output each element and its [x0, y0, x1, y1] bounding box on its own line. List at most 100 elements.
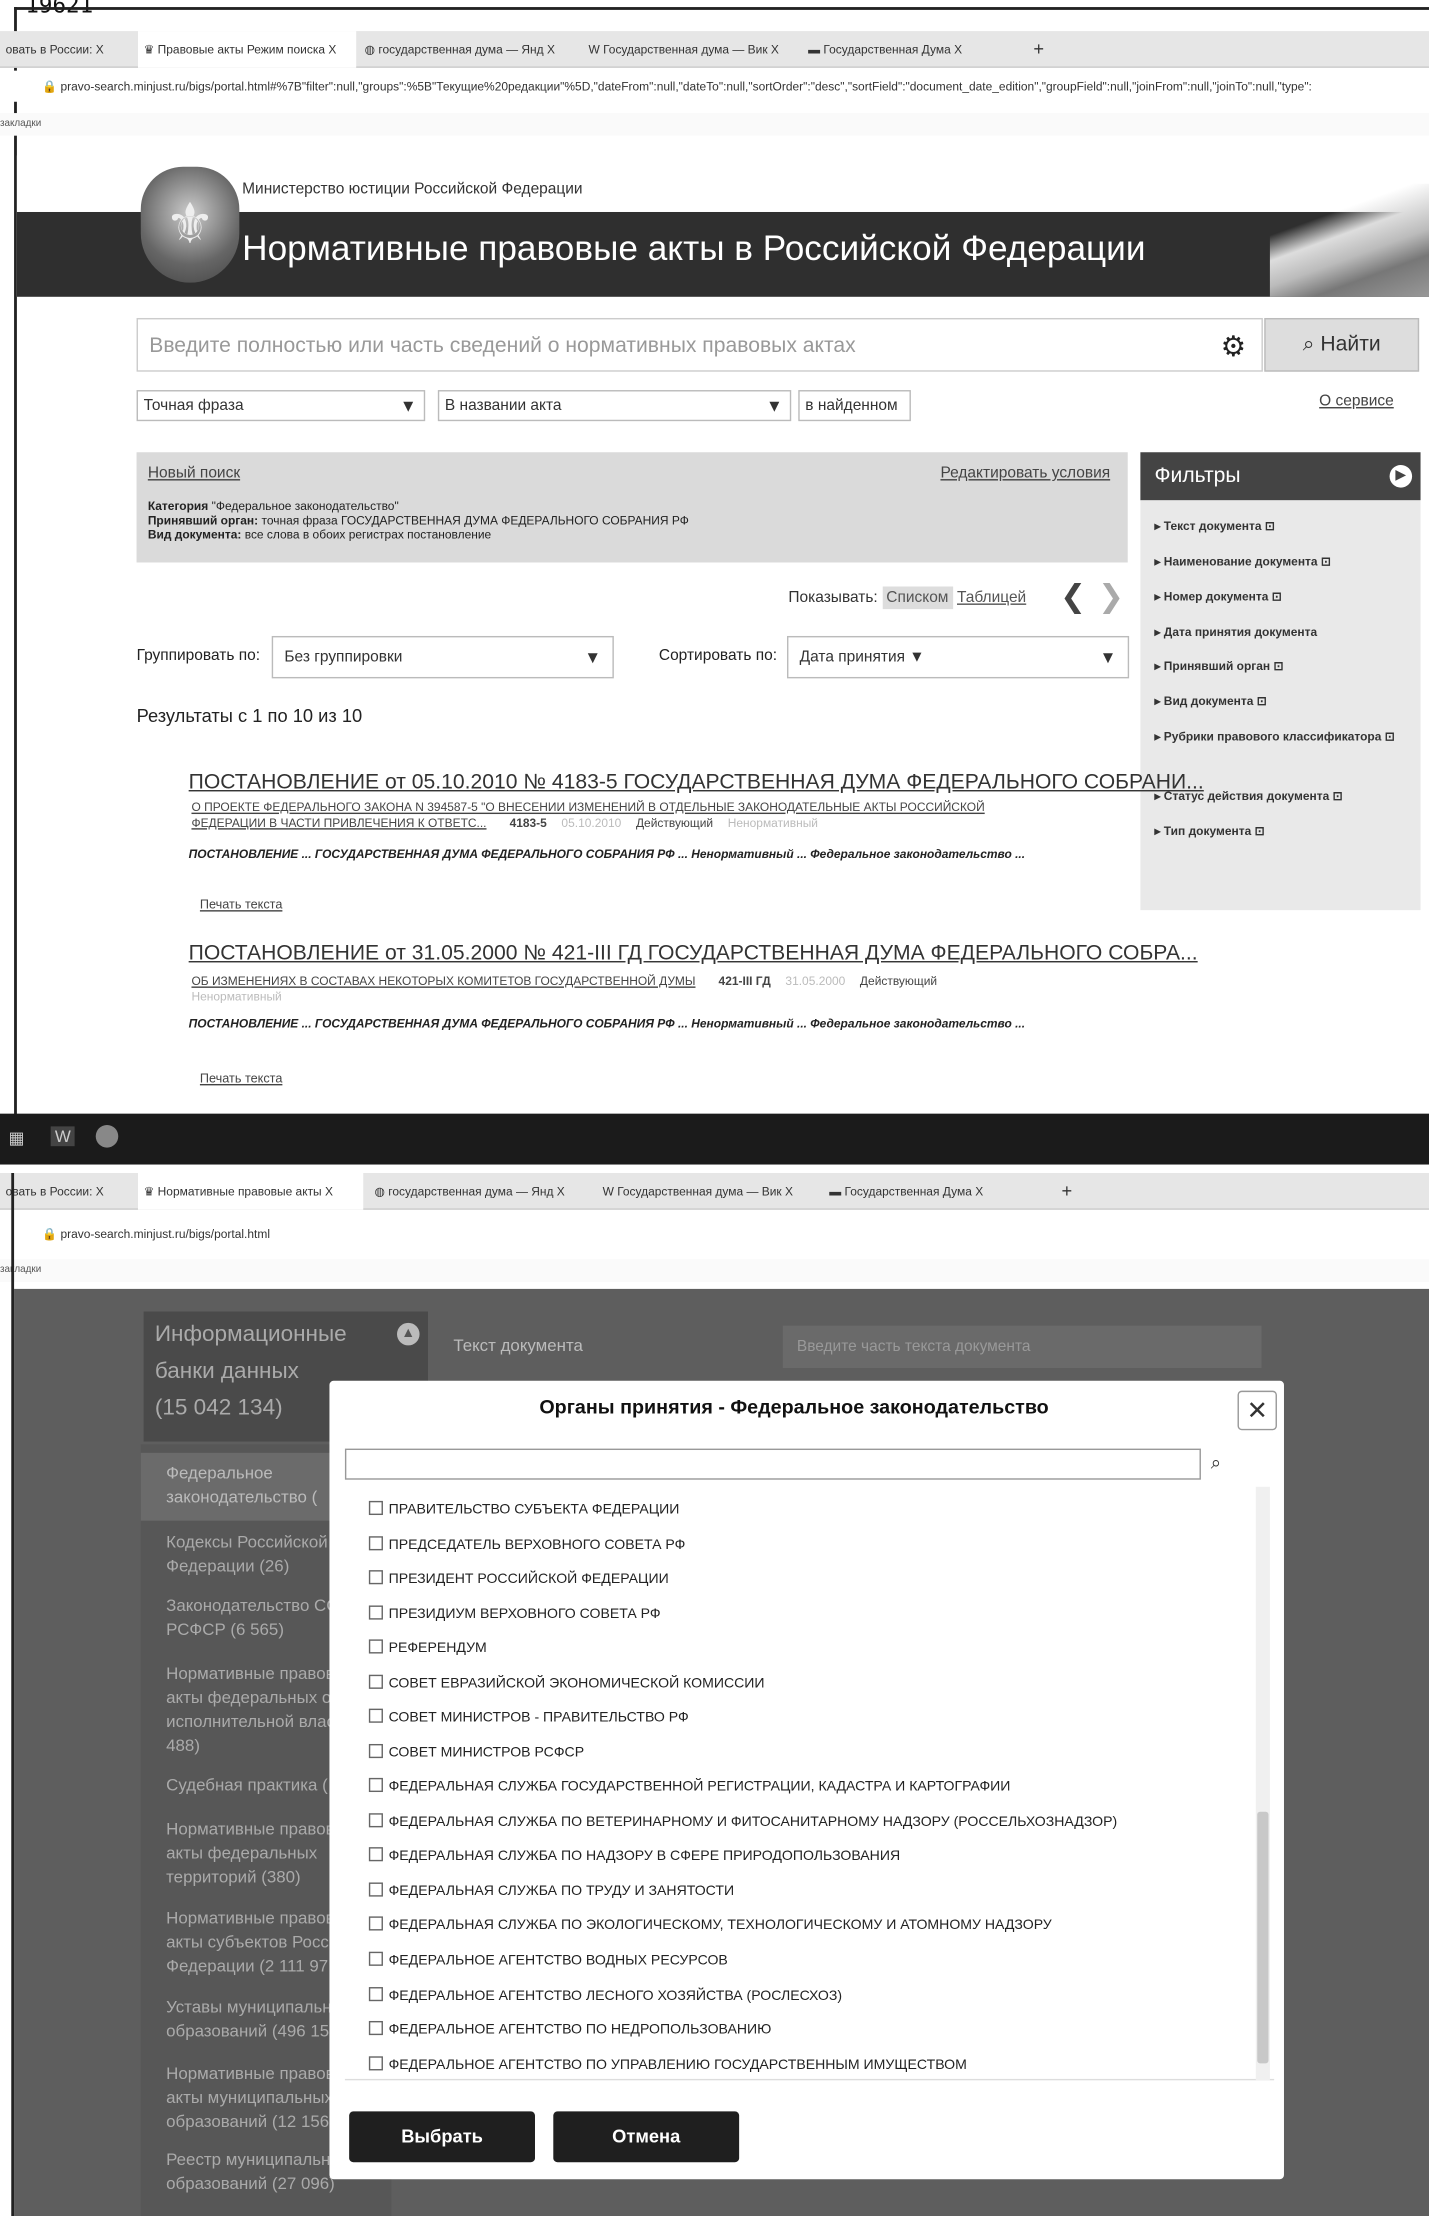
- bottom-tab-5[interactable]: ▬ Государственная Дума X: [824, 1173, 1049, 1210]
- option-checkbox[interactable]: РЕФЕРЕНДУМ: [368, 1639, 487, 1659]
- next-arrow-icon[interactable]: ❯: [1098, 578, 1124, 615]
- option-checkbox[interactable]: ФЕДЕРАЛЬНОЕ АГЕНТСТВО ЛЕСНОГО ХОЗЯЙСТВА …: [368, 1987, 842, 2007]
- bottom-tab-1[interactable]: овать в России: X: [0, 1173, 134, 1210]
- print-link[interactable]: Печать текста: [200, 897, 282, 911]
- filter-date[interactable]: ▸ Дата принятия документа: [1154, 623, 1317, 640]
- filter-doc-type[interactable]: ▸ Вид документа ⊡: [1154, 693, 1266, 710]
- top-tab-5[interactable]: ▬ Государственная Дума X: [802, 31, 1020, 68]
- group-select[interactable]: Без группировки ▼: [271, 635, 614, 679]
- info-icon: ⊡: [1254, 823, 1265, 839]
- option-checkbox[interactable]: СОВЕТ МИНИСТРОВ - ПРАВИТЕЛЬСТВО РФ: [368, 1708, 689, 1729]
- collapse-icon[interactable]: ▲: [397, 1322, 420, 1346]
- search-icon[interactable]: ⌕: [1211, 1451, 1221, 1474]
- show-table-link[interactable]: Таблицей: [957, 589, 1026, 606]
- left-frame-line: [11, 1173, 15, 2216]
- cancel-button[interactable]: Отмена: [553, 2111, 740, 2163]
- result-title[interactable]: ПОСТАНОВЛЕНИЕ от 31.05.2000 № 421-III ГД…: [189, 941, 1198, 965]
- chevron-down-icon: ▼: [1099, 647, 1117, 668]
- search-scope-select[interactable]: В названии акта ▼: [437, 390, 792, 422]
- filter-number[interactable]: ▸ Номер документа ⊡: [1154, 588, 1281, 605]
- top-tab-1[interactable]: овать в России: X: [0, 31, 134, 68]
- bottom-tab-4[interactable]: W Государственная дума — Вик X: [597, 1173, 815, 1210]
- about-link[interactable]: О сервисе: [1319, 393, 1394, 410]
- search-icon: ⌕: [1302, 332, 1321, 357]
- edit-conditions-link[interactable]: Редактировать условия: [940, 465, 1110, 482]
- flag-ribbon: [1269, 183, 1429, 297]
- bottom-tab-2[interactable]: ♛ Нормативные правовые акты X: [137, 1173, 364, 1210]
- new-tab-button[interactable]: +: [1056, 1173, 1084, 1210]
- new-tab-button[interactable]: +: [1028, 31, 1056, 68]
- modal-title: Органы принятия - Федеральное законодате…: [539, 1394, 1049, 1418]
- arrow-right-icon: ▶: [1389, 464, 1413, 488]
- option-checkbox[interactable]: ФЕДЕРАЛЬНОЕ АГЕНТСТВО ПО НЕДРОПОЛЬЗОВАНИ…: [368, 2020, 771, 2041]
- option-checkbox[interactable]: ФЕДЕРАЛЬНАЯ СЛУЖБА ПО НАДЗОРУ В СФЕРЕ ПР…: [368, 1847, 900, 1867]
- chevron-down-icon: ▼: [584, 647, 602, 668]
- option-checkbox[interactable]: ПРЕЗИДИУМ ВЕРХОВНОГО СОВЕТА РФ: [368, 1605, 661, 1625]
- match-mode-select[interactable]: Точная фраза ▼: [136, 390, 426, 422]
- filter-name[interactable]: ▸ Наименование документа ⊡: [1154, 553, 1330, 570]
- info-icon: ⊡: [1273, 658, 1284, 673]
- bottom-address-bar[interactable]: 🔒 pravo-search.minjust.ru/bigs/portal.ht…: [0, 1218, 1429, 1250]
- option-checkbox[interactable]: ФЕДЕРАЛЬНАЯ СЛУЖБА ГОСУДАРСТВЕННОЙ РЕГИС…: [368, 1777, 1010, 1798]
- criterion: Категория "Федеральное законодательство": [147, 498, 399, 514]
- windows-icon[interactable]: ▦: [8, 1128, 24, 1148]
- top-address-bar[interactable]: 🔒 pravo-search.minjust.ru/bigs/portal.ht…: [0, 70, 1429, 102]
- bottom-bookmarks-bar: закладки: [0, 1259, 1429, 1282]
- sort-select[interactable]: Дата принятия ▼ ▼: [787, 635, 1130, 679]
- option-checkbox[interactable]: ПРЕДСЕДАТЕЛЬ ВЕРХОВНОГО СОВЕТА РФ: [368, 1536, 685, 1556]
- browser-icon[interactable]: [95, 1124, 119, 1148]
- prev-arrow-icon[interactable]: ❮: [1060, 578, 1086, 615]
- criteria-box: Новый поиск Редактировать условия Катего…: [136, 452, 1128, 563]
- result-title[interactable]: ПОСТАНОВЛЕНИЕ от 05.10.2010 № 4183-5 ГОС…: [189, 770, 1204, 794]
- bottom-tab-bar: овать в России: X ♛ Нормативные правовые…: [0, 1173, 1429, 1210]
- results-count: Результаты с 1 по 10 из 10: [136, 705, 363, 727]
- option-checkbox[interactable]: ФЕДЕРАЛЬНАЯ СЛУЖБА ПО ВЕТЕРИНАРНОМУ И ФИ…: [368, 1813, 1117, 1833]
- bottom-tab-3[interactable]: ◍ государственная дума — Янд X: [369, 1173, 594, 1210]
- bg-text-input[interactable]: Введите часть текста документа: [782, 1325, 1262, 1369]
- option-checkbox[interactable]: ФЕДЕРАЛЬНОЕ АГЕНТСТВО ПО УПРАВЛЕНИЮ ГОСУ…: [368, 2056, 967, 2076]
- filters-header[interactable]: Фильтры ▶: [1140, 452, 1421, 501]
- search-button[interactable]: ⌕ Найти: [1264, 317, 1420, 372]
- info-icon: ⊡: [1332, 788, 1343, 803]
- option-checkbox[interactable]: СОВЕТ ЕВРАЗИЙСКОЙ ЭКОНОМИЧЕСКОЙ КОМИССИИ: [368, 1674, 765, 1695]
- option-checkbox[interactable]: ПРЕЗИДЕНТ РОССИЙСКОЙ ФЕДЕРАЦИИ: [368, 1570, 669, 1590]
- filter-rubrics[interactable]: ▸ Рубрики правового классификатора ⊡: [1154, 728, 1407, 745]
- sort-label: Сортировать по:: [658, 647, 778, 665]
- gear-icon[interactable]: ⚙: [1221, 329, 1246, 364]
- modal-search-input[interactable]: [344, 1448, 1201, 1480]
- word-icon[interactable]: W: [50, 1126, 76, 1147]
- group-label: Группировать по:: [136, 647, 261, 665]
- emblem-icon: ♛: [143, 1184, 158, 1199]
- filter-type[interactable]: ▸ Тип документа ⊡: [1154, 823, 1264, 840]
- emblem-logo: ⚜: [140, 166, 240, 283]
- top-tab-4[interactable]: W Государственная дума — Вик X: [583, 31, 797, 68]
- print-link[interactable]: Печать текста: [200, 1071, 282, 1085]
- filter-authority[interactable]: ▸ Принявший орган ⊡: [1154, 657, 1283, 674]
- scrollbar-thumb[interactable]: [1257, 1811, 1269, 2064]
- result-desc[interactable]: О ПРОЕКТЕ ФЕДЕРАЛЬНОГО ЗАКОНА N 394587-5…: [191, 800, 984, 831]
- show-list-button[interactable]: Списком: [882, 586, 953, 610]
- site-title: Нормативные правовые акты в Российской Ф…: [242, 228, 1146, 269]
- scrollbar[interactable]: [1255, 1486, 1270, 2081]
- result-desc[interactable]: ОБ ИЗМЕНЕНИЯХ В СОСТАВАХ НЕКОТОРЫХ КОМИТ…: [191, 974, 1120, 1005]
- lock-icon: 🔒: [42, 79, 61, 94]
- select-button[interactable]: Выбрать: [349, 2111, 535, 2163]
- info-icon: ⊡: [1256, 693, 1267, 709]
- option-checkbox[interactable]: ФЕДЕРАЛЬНАЯ СЛУЖБА ПО ЭКОЛОГИЧЕСКОМУ, ТЕ…: [368, 1916, 1052, 1936]
- option-checkbox[interactable]: ФЕДЕРАЛЬНАЯ СЛУЖБА ПО ТРУДУ И ЗАНЯТОСТИ: [368, 1882, 734, 1902]
- new-search-link[interactable]: Новый поиск: [148, 465, 240, 482]
- option-checkbox[interactable]: СОВЕТ МИНИСТРОВ РСФСР: [368, 1743, 584, 1764]
- close-icon[interactable]: ✕: [1237, 1390, 1277, 1431]
- emblem-icon: ♛: [143, 42, 158, 57]
- top-tab-2[interactable]: ♛ Правовые акты Режим поиска X: [137, 31, 357, 68]
- search-input[interactable]: Введите полностью или часть сведений о н…: [136, 317, 1263, 372]
- chevron-down-icon: ▼: [765, 395, 783, 416]
- top-tab-bar: овать в России: X ♛ Правовые акты Режим …: [0, 31, 1429, 68]
- option-checkbox[interactable]: ПРАВИТЕЛЬСТВО СУБЪЕКТА ФЕДЕРАЦИИ: [368, 1500, 679, 1521]
- bg-text-label: Текст документа: [453, 1335, 583, 1356]
- top-tab-3[interactable]: ◍ государственная дума — Янд X: [359, 31, 580, 68]
- option-checkbox[interactable]: ФЕДЕРАЛЬНОЕ АГЕНТСТВО ВОДНЫХ РЕСУРСОВ: [368, 1951, 728, 1972]
- in-found-toggle[interactable]: в найденном: [798, 390, 911, 422]
- taskbar: ▦ W: [0, 1113, 1429, 1165]
- filter-text[interactable]: ▸ Текст документа ⊡: [1154, 517, 1274, 534]
